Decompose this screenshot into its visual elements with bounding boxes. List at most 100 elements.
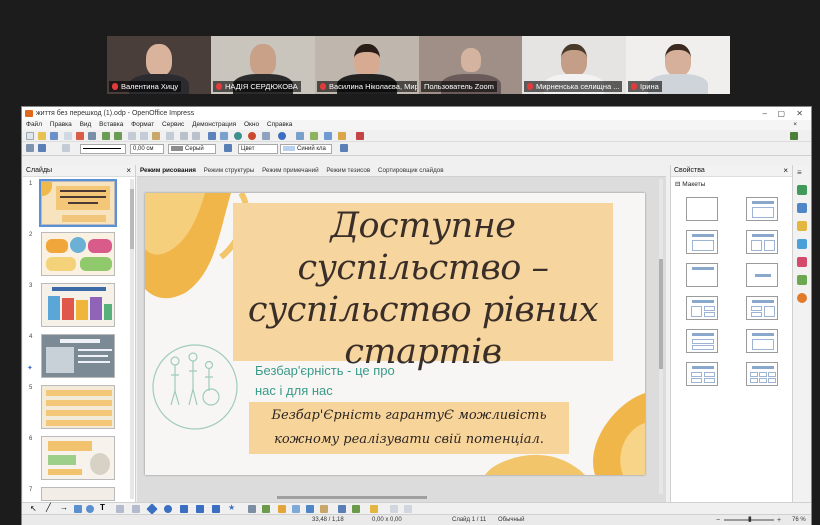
new-document-icon[interactable] — [26, 132, 34, 140]
chart-icon[interactable] — [208, 132, 216, 140]
gallery-icon[interactable] — [797, 275, 807, 285]
layouts-section-header[interactable]: ⊟ Макеты — [671, 177, 792, 191]
stars-icon[interactable]: ★ — [228, 503, 235, 512]
slide-thumbnail-5[interactable]: 5 — [29, 385, 115, 429]
slide-text-box[interactable]: Безбар'Єрність гарантуЄ можливість кожно… — [249, 404, 569, 452]
arrow-tool-icon[interactable]: → — [60, 503, 68, 512]
callouts-icon[interactable] — [212, 505, 220, 513]
editor-horizontal-scrollbar[interactable] — [277, 496, 427, 499]
slide-subtitle[interactable]: Безбар'єрність - це про нас і для нас — [255, 361, 405, 401]
line-width-field[interactable]: 0,00 см — [130, 144, 164, 154]
slide-thumbnail-2[interactable]: 2 — [29, 232, 115, 276]
menu-slideshow[interactable]: Демонстрация — [192, 121, 236, 128]
line-style-select[interactable] — [80, 144, 126, 154]
select-icon[interactable]: ↖ — [30, 504, 37, 513]
zoom-level[interactable]: 76 % — [792, 515, 806, 525]
print-icon[interactable] — [88, 132, 96, 140]
arrange-icon[interactable] — [352, 505, 360, 513]
menu-format[interactable]: Формат — [131, 121, 154, 128]
cut-icon[interactable] — [128, 132, 136, 140]
toggle-extrusion-icon[interactable] — [390, 505, 398, 513]
layout-title-content[interactable] — [746, 197, 778, 221]
tab-handout[interactable]: Режим тезисов — [326, 167, 370, 174]
menu-edit[interactable]: Правка — [50, 121, 72, 128]
current-slide[interactable]: Доступне суспільство – суспільство рівни… — [145, 193, 645, 475]
autospellcheck-icon[interactable] — [114, 132, 122, 140]
spellcheck-icon[interactable] — [102, 132, 110, 140]
close-pane-icon[interactable]: × — [126, 165, 131, 177]
layout-two-content[interactable] — [746, 230, 778, 254]
tab-normal[interactable]: Режим рисования — [140, 167, 196, 174]
symbol-shapes-icon[interactable] — [164, 505, 172, 513]
paste-icon[interactable] — [152, 132, 160, 140]
block-arrows-icon[interactable] — [180, 505, 188, 513]
from-file-icon[interactable] — [292, 505, 300, 513]
zoom-out-icon[interactable]: − — [716, 515, 720, 525]
slides-scrollbar[interactable] — [130, 179, 134, 499]
slide-thumbnail-7[interactable]: 7 — [29, 487, 115, 501]
open-icon[interactable] — [38, 132, 46, 140]
rectangle-tool-icon[interactable] — [74, 505, 82, 513]
slideshow-icon[interactable] — [338, 132, 346, 140]
area-icon[interactable] — [224, 144, 232, 152]
rotate-icon[interactable] — [320, 505, 328, 513]
sidebar-menu-icon[interactable]: ≡ — [797, 168, 802, 177]
menu-tools[interactable]: Сервис — [162, 121, 184, 128]
layout-title-text[interactable] — [686, 263, 718, 287]
table-icon[interactable] — [220, 132, 228, 140]
shadow-icon[interactable] — [340, 144, 348, 152]
area-style-select[interactable]: Цвет — [238, 144, 278, 154]
editor-vertical-scrollbar[interactable] — [659, 179, 663, 494]
slide-title[interactable]: Доступне суспільство – суспільство рівни… — [231, 205, 615, 373]
editor-scrollbar-thumb[interactable] — [659, 259, 663, 369]
layout-content-2[interactable] — [746, 296, 778, 320]
zoom-icon[interactable] — [262, 132, 270, 140]
save-icon[interactable] — [50, 132, 58, 140]
curve-tool-icon[interactable] — [116, 505, 124, 513]
layout-stacked[interactable] — [686, 329, 718, 353]
slide-thumbnail-3[interactable]: 3 — [29, 283, 115, 327]
line-style-icon[interactable] — [26, 144, 34, 152]
undo-icon[interactable] — [180, 132, 188, 140]
layout-four-content[interactable] — [686, 362, 718, 386]
layout-title-content-stack[interactable] — [746, 329, 778, 353]
close-window-button[interactable]: ✕ — [796, 107, 803, 120]
export-pdf-icon[interactable] — [76, 132, 84, 140]
participant-tile[interactable]: НАДІЯ СЕРДЮКОВА — [211, 36, 315, 94]
custom-animation-icon[interactable] — [797, 221, 807, 231]
menu-help[interactable]: Справка — [267, 121, 293, 128]
navigator-deck-icon[interactable] — [797, 293, 807, 303]
menu-file[interactable]: Файл — [26, 121, 42, 128]
participant-tile-active-speaker[interactable]: Василина Ніколаєва, Мир... — [315, 36, 419, 94]
extension-update-icon[interactable] — [790, 132, 798, 140]
slide-thumbnail-4[interactable]: 4 ✦ — [27, 334, 115, 378]
tab-slide-sorter[interactable]: Сортировщик слайдов — [378, 167, 444, 174]
line-color-select[interactable]: Серый — [168, 144, 216, 154]
gallery-tool-icon[interactable] — [306, 505, 314, 513]
copy-icon[interactable] — [140, 132, 148, 140]
slide-layout-icon[interactable] — [310, 132, 318, 140]
area-color-select[interactable]: Синий кла — [280, 144, 332, 154]
slide-transition-deck-icon[interactable] — [797, 239, 807, 249]
slide-thumbnail-6[interactable]: 6 — [29, 436, 115, 480]
layout-title-2content[interactable] — [686, 296, 718, 320]
tab-notes[interactable]: Режим примечаний — [262, 167, 319, 174]
redo-icon[interactable] — [192, 132, 200, 140]
align-icon[interactable] — [338, 505, 346, 513]
line-tool-icon[interactable]: ╱ — [46, 503, 51, 512]
extrusion-icon[interactable] — [370, 505, 378, 513]
flowchart-icon[interactable] — [196, 505, 204, 513]
properties-deck-icon[interactable] — [797, 185, 807, 195]
participant-tile[interactable]: Мирненська селищна ... — [522, 36, 626, 94]
slide-icon[interactable] — [296, 132, 304, 140]
minimize-button[interactable]: – — [763, 107, 767, 120]
master-pages-icon[interactable] — [797, 203, 807, 213]
help-icon[interactable] — [278, 132, 286, 140]
zoom-slider-handle[interactable]: ▮ — [748, 514, 752, 525]
ellipse-tool-icon[interactable] — [86, 505, 94, 513]
styles-icon[interactable] — [797, 257, 807, 267]
slide-design-icon[interactable] — [324, 132, 332, 140]
close-document-icon[interactable]: × — [793, 120, 797, 130]
connector-tool-icon[interactable] — [132, 505, 140, 513]
layout-six-content[interactable] — [746, 362, 778, 386]
